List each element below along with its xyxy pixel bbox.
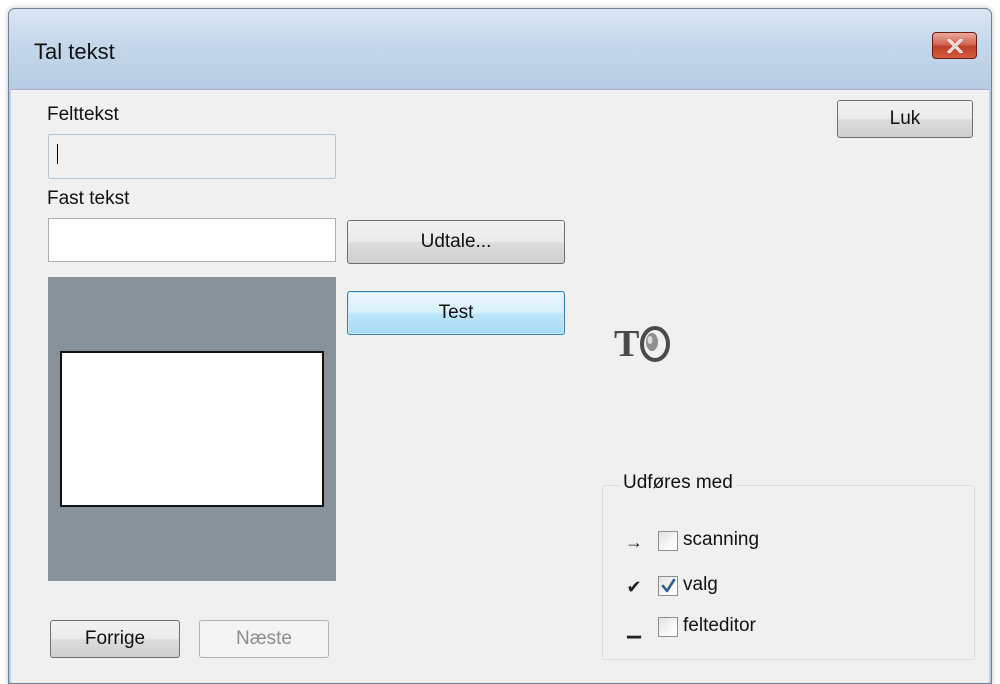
- field-text-label: Felttekst: [47, 104, 119, 125]
- close-icon: [947, 38, 963, 53]
- scanning-label[interactable]: scanning: [683, 529, 759, 551]
- option-scanning: → scanning: [603, 527, 903, 557]
- fixed-text-input[interactable]: [48, 218, 336, 262]
- close-button[interactable]: Luk: [837, 100, 973, 138]
- check-mark-icon: [661, 578, 676, 593]
- window-title: Tal tekst: [34, 39, 115, 64]
- test-button[interactable]: Test: [347, 291, 565, 335]
- valg-label[interactable]: valg: [683, 574, 718, 596]
- underscore-icon: ▁: [627, 617, 641, 638]
- felteditor-label[interactable]: felteditor: [683, 615, 756, 637]
- preview-panel: [48, 277, 336, 581]
- option-valg: ✔ valg: [603, 572, 903, 602]
- next-button[interactable]: Næste: [199, 620, 329, 658]
- text-to-speech-icon: T: [612, 318, 672, 366]
- scanning-checkbox[interactable]: [658, 531, 678, 551]
- execution-groupbox: Udføres med → scanning ✔ valg ▁ feltedit…: [602, 472, 975, 660]
- previous-button[interactable]: Forrige: [50, 620, 180, 658]
- close-window-button[interactable]: [932, 32, 977, 59]
- dialog-body: Felttekst Fast tekst Luk Udtale... Test …: [11, 89, 989, 683]
- pronounce-button[interactable]: Udtale...: [347, 220, 565, 264]
- title-bar[interactable]: Tal tekst: [9, 9, 991, 89]
- dialog-window: Tal tekst Felttekst Fast tekst Luk Udtal…: [8, 8, 992, 684]
- preview-card: [60, 351, 324, 507]
- valg-checkbox[interactable]: [658, 576, 678, 596]
- fixed-text-label: Fast tekst: [47, 188, 130, 209]
- felteditor-checkbox[interactable]: [658, 617, 678, 637]
- execution-group-title: Udføres med: [620, 472, 736, 494]
- option-felteditor: ▁ felteditor: [603, 613, 903, 643]
- text-caret: [57, 144, 58, 164]
- field-text-input[interactable]: [48, 134, 336, 179]
- checkmark-icon: ✔: [626, 576, 642, 597]
- arrow-right-icon: →: [625, 531, 643, 552]
- svg-text:T: T: [614, 323, 639, 365]
